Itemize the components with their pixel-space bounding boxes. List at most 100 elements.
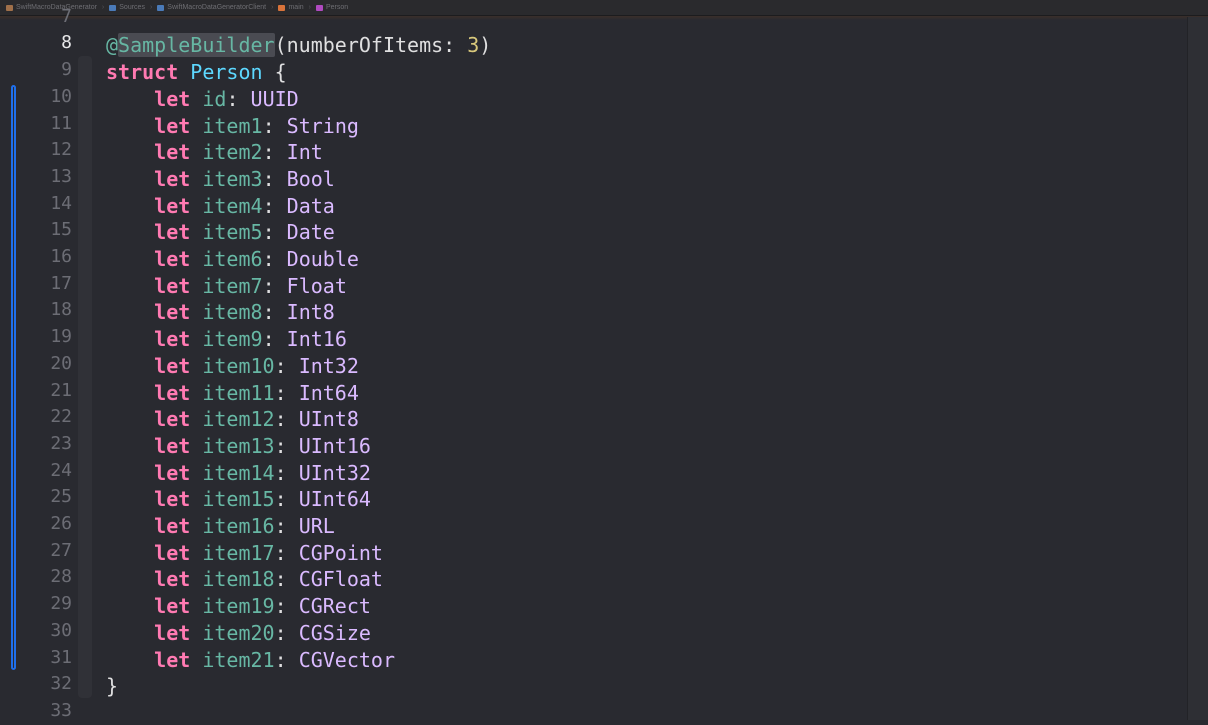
code-token: let — [154, 166, 191, 191]
code-line[interactable]: let item7: Float — [106, 273, 347, 300]
code-token: item13 — [202, 433, 275, 458]
code-line[interactable]: let item11: Int64 — [106, 380, 359, 407]
code-token: item11 — [202, 380, 275, 405]
code-token: item18 — [202, 567, 275, 592]
code-token: : — [262, 166, 287, 191]
code-token: let — [154, 620, 191, 645]
code-line[interactable]: let item19: CGRect — [106, 593, 371, 620]
code-token: Int16 — [286, 327, 347, 352]
line-number: 16 — [50, 246, 72, 267]
code-line[interactable]: let item13: UInt16 — [106, 433, 371, 460]
line-number: 15 — [50, 219, 72, 241]
code-token: : — [262, 220, 287, 245]
code-token: : — [274, 567, 299, 592]
code-line[interactable]: let item6: Double — [106, 246, 359, 273]
jump-bar-item[interactable]: Person — [316, 4, 348, 11]
code-token: let — [154, 380, 191, 405]
line-number: 21 — [50, 379, 72, 401]
code-line[interactable]: let item4: Data — [106, 193, 335, 220]
line-number: 8 — [61, 32, 72, 54]
code-line[interactable]: let item14: UInt32 — [106, 460, 371, 487]
editor-scrollbar[interactable] — [1187, 17, 1208, 720]
code-token: item3 — [202, 166, 263, 191]
line-number: 9 — [61, 59, 72, 81]
code-token: let — [154, 407, 191, 432]
code-line[interactable]: let item8: Int8 — [106, 299, 335, 326]
code-token: Int8 — [286, 300, 335, 325]
line-number: 30 — [50, 619, 72, 641]
code-token: struct — [106, 60, 179, 85]
code-line[interactable]: let item1: String — [106, 113, 359, 140]
code-line[interactable]: let item21: CGVector — [106, 647, 395, 674]
code-token: let — [154, 514, 191, 538]
code-line[interactable]: } — [106, 673, 118, 700]
code-token: let — [154, 300, 191, 325]
code-token: : — [274, 620, 299, 645]
code-line[interactable]: let item16: URL — [106, 513, 335, 540]
folder-icon — [157, 4, 165, 11]
code-line[interactable]: @SampleBuilder(numberOfItems: 3) — [106, 32, 491, 59]
code-line[interactable]: let item10: Int32 — [106, 353, 359, 380]
code-token: item1 — [202, 113, 263, 138]
code-token: item2 — [202, 140, 263, 165]
line-number: 12 — [50, 139, 72, 161]
code-token: ) — [479, 33, 492, 58]
code-token: item7 — [202, 273, 263, 298]
jump-bar-item[interactable]: main — [278, 4, 304, 11]
code-token: id — [202, 86, 227, 111]
code-token: Data — [286, 193, 335, 218]
code-line[interactable]: struct Person { — [106, 59, 287, 86]
code-token: : — [226, 86, 251, 111]
code-token: let — [154, 273, 191, 298]
code-line[interactable]: let item9: Int16 — [106, 326, 347, 353]
line-number: 23 — [50, 432, 72, 454]
code-token: 3 — [467, 33, 480, 58]
code-line[interactable]: let item3: Bool — [106, 166, 335, 193]
code-token: item19 — [202, 594, 275, 619]
code-line[interactable]: let item15: UInt64 — [106, 486, 371, 513]
code-folding-ribbon[interactable] — [78, 56, 92, 698]
jump-bar-item[interactable]: SwiftMacroDataGeneratorClient — [157, 4, 266, 11]
code-token: : — [274, 514, 299, 538]
code-line[interactable]: let item20: CGSize — [106, 620, 371, 647]
code-line[interactable]: let item5: Date — [106, 219, 335, 246]
chevron-right-icon: › — [149, 4, 153, 11]
line-number: 20 — [50, 352, 72, 374]
code-line[interactable]: let item17: CGPoint — [106, 540, 383, 567]
code-line[interactable]: let item2: Int — [106, 139, 323, 166]
code-token: : — [274, 380, 299, 405]
code-line[interactable]: let item18: CGFloat — [106, 566, 383, 593]
code-token: item16 — [202, 514, 275, 538]
code-token: (numberOfItems: — [274, 33, 468, 58]
code-line[interactable]: let id: UUID — [106, 86, 299, 113]
code-line[interactable]: let item12: UInt8 — [106, 406, 359, 433]
line-number: 10 — [50, 85, 72, 107]
code-token: let — [154, 567, 191, 592]
jump-bar-item[interactable]: Sources — [109, 4, 145, 11]
